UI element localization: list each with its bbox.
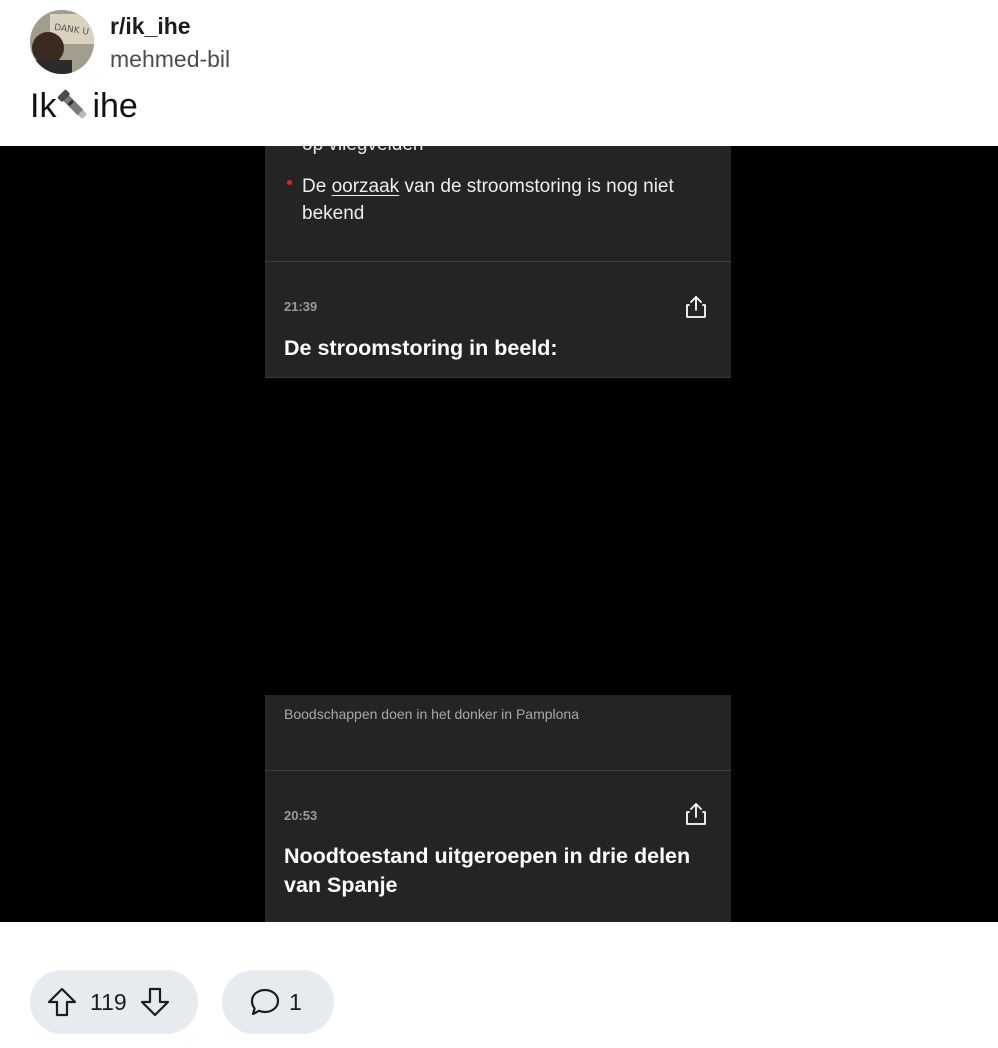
divider — [265, 377, 731, 378]
post-title-start: Ik — [30, 86, 57, 125]
comments-button[interactable]: 1 — [222, 970, 334, 1034]
entry-time: 21:39 — [284, 299, 318, 314]
cut-off-bullet-text: op vliegvelden — [302, 146, 423, 156]
flashlight-emoji-icon — [57, 86, 91, 126]
share-icon[interactable] — [683, 294, 709, 320]
summary-card: op vliegvelden De oorzaak van de strooms… — [265, 146, 731, 261]
post-media[interactable]: op vliegvelden De oorzaak van de strooms… — [0, 146, 998, 922]
entry-headline: De stroomstoring in beeld: — [284, 336, 558, 360]
cause-link[interactable]: oorzaak — [332, 176, 400, 197]
post-title[interactable]: Ik ihe — [30, 86, 138, 126]
subreddit-avatar[interactable]: DANK U — [30, 10, 94, 74]
comment-count: 1 — [289, 988, 302, 1015]
entry-headline: Noodtoestand uitgeroepen in drie delen v… — [284, 844, 691, 897]
bullet-prefix: De — [302, 176, 332, 197]
avatar-image: DANK U — [30, 10, 94, 74]
liveblog-screenshot: op vliegvelden De oorzaak van de strooms… — [265, 146, 731, 922]
vote-bar: 119 — [30, 970, 198, 1034]
subreddit-name[interactable]: r/ik_ihe — [110, 13, 191, 40]
author-name[interactable]: mehmed-bil — [110, 46, 230, 73]
entry-time: 20:53 — [284, 808, 318, 823]
comment-bubble-icon — [249, 986, 281, 1018]
post-title-end: ihe — [92, 86, 138, 125]
share-icon[interactable] — [683, 801, 709, 827]
liveblog-entry: 20:53 Noodtoestand uitgeroepen in drie d… — [265, 771, 731, 922]
liveblog-entry: 21:39 De stroomstoring in beeld: — [265, 262, 731, 377]
upvote-arrow-icon[interactable] — [46, 986, 78, 1018]
downvote-arrow-icon[interactable] — [139, 986, 171, 1018]
video-caption-card: Boodschappen doen in het donker in Pampl… — [265, 695, 731, 770]
bullet-dot — [287, 180, 292, 185]
vote-score: 119 — [90, 988, 127, 1015]
bullet-text: De oorzaak van de stroomstoring is nog n… — [302, 173, 712, 227]
video-caption: Boodschappen doen in het donker in Pampl… — [284, 706, 579, 722]
